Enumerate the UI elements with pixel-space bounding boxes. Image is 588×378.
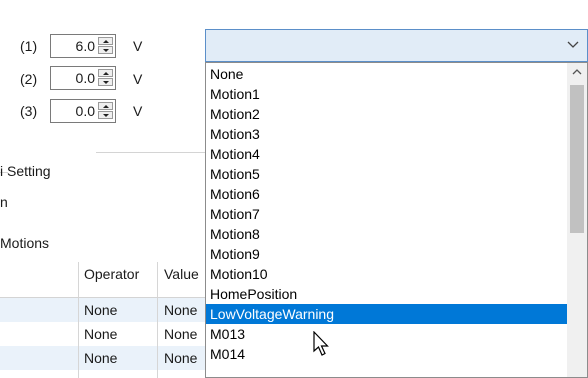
dropdown-option[interactable]: Motion5 — [206, 164, 567, 184]
voltage-value-3: 0.0 — [75, 103, 95, 119]
dropdown-option[interactable]: None — [206, 64, 567, 84]
column-header-operator[interactable]: Operator — [78, 262, 158, 286]
arrow-down-icon — [102, 80, 109, 84]
voltage-label-1: (1) — [20, 38, 38, 54]
value-cell[interactable]: None — [158, 346, 206, 370]
value-cell[interactable]: None — [158, 322, 206, 346]
divider — [96, 152, 206, 153]
scroll-up-icon[interactable] — [572, 66, 582, 78]
voltage-stepper-1[interactable]: 6.0 — [50, 34, 116, 58]
spin-down-button[interactable] — [98, 46, 113, 54]
dropdown-option[interactable]: M014 — [206, 344, 567, 364]
dropdown-option[interactable]: Motion9 — [206, 244, 567, 264]
motions-label: Motions — [0, 235, 50, 251]
operator-cell[interactable]: None — [78, 346, 158, 370]
dropdown-option[interactable]: Motion7 — [206, 204, 567, 224]
setting-group-label: i Setting — [0, 163, 51, 179]
voltage-label-2: (2) — [20, 71, 38, 87]
table-row[interactable]: None None — [0, 346, 206, 370]
scrollbar-thumb[interactable] — [570, 85, 584, 233]
spin-up-button[interactable] — [98, 37, 113, 45]
column-divider — [78, 262, 79, 378]
header-divider — [0, 297, 206, 298]
value-cell[interactable]: None — [158, 298, 206, 322]
n-label: n — [0, 194, 8, 210]
motion-dropdown-list[interactable]: None Motion1 Motion2 Motion3 Motion4 Motion5 M… — [205, 62, 588, 378]
voltage-unit-2: V — [133, 71, 143, 87]
voltage-label-3: (3) — [20, 103, 38, 119]
dropdown-option[interactable]: Motion1 — [206, 84, 567, 104]
arrow-down-icon — [102, 113, 109, 117]
arrow-up-icon — [102, 71, 109, 75]
column-divider — [157, 262, 158, 378]
voltage-stepper-2[interactable]: 0.0 — [50, 66, 116, 90]
vertical-scrollbar[interactable] — [567, 63, 587, 377]
chevron-down-icon[interactable] — [567, 38, 579, 52]
dropdown-option[interactable]: Motion8 — [206, 224, 567, 244]
voltage-unit-3: V — [133, 103, 143, 119]
arrow-up-icon — [102, 104, 109, 108]
voltage-unit-1: V — [133, 38, 143, 54]
dropdown-option[interactable]: M013 — [206, 324, 567, 344]
spin-up-button[interactable] — [98, 102, 113, 110]
arrow-up-icon — [102, 39, 109, 43]
operator-cell[interactable]: None — [78, 322, 158, 346]
column-header-value[interactable]: Value — [158, 262, 206, 286]
table-row[interactable]: None None — [0, 298, 206, 322]
spin-down-button[interactable] — [98, 78, 113, 86]
mouse-pointer-icon — [312, 330, 332, 360]
spin-up-button[interactable] — [98, 69, 113, 77]
dropdown-option[interactable]: Motion10 — [206, 264, 567, 284]
voltage-stepper-3[interactable]: 0.0 — [50, 99, 116, 123]
grid-header: Operator Value — [0, 262, 206, 286]
dropdown-option[interactable]: Motion6 — [206, 184, 567, 204]
dropdown-option[interactable]: HomePosition — [206, 284, 567, 304]
table-row[interactable]: None None — [0, 322, 206, 346]
dropdown-option[interactable]: LowVoltageWarning — [206, 304, 567, 324]
motion-select[interactable] — [205, 29, 588, 62]
spin-down-button[interactable] — [98, 111, 113, 119]
dropdown-option[interactable]: Motion4 — [206, 144, 567, 164]
operator-cell[interactable]: None — [78, 298, 158, 322]
arrow-down-icon — [102, 48, 109, 52]
voltage-value-1: 6.0 — [75, 38, 95, 54]
dropdown-option[interactable]: Motion2 — [206, 104, 567, 124]
voltage-value-2: 0.0 — [75, 70, 95, 86]
dropdown-option[interactable]: Motion3 — [206, 124, 567, 144]
